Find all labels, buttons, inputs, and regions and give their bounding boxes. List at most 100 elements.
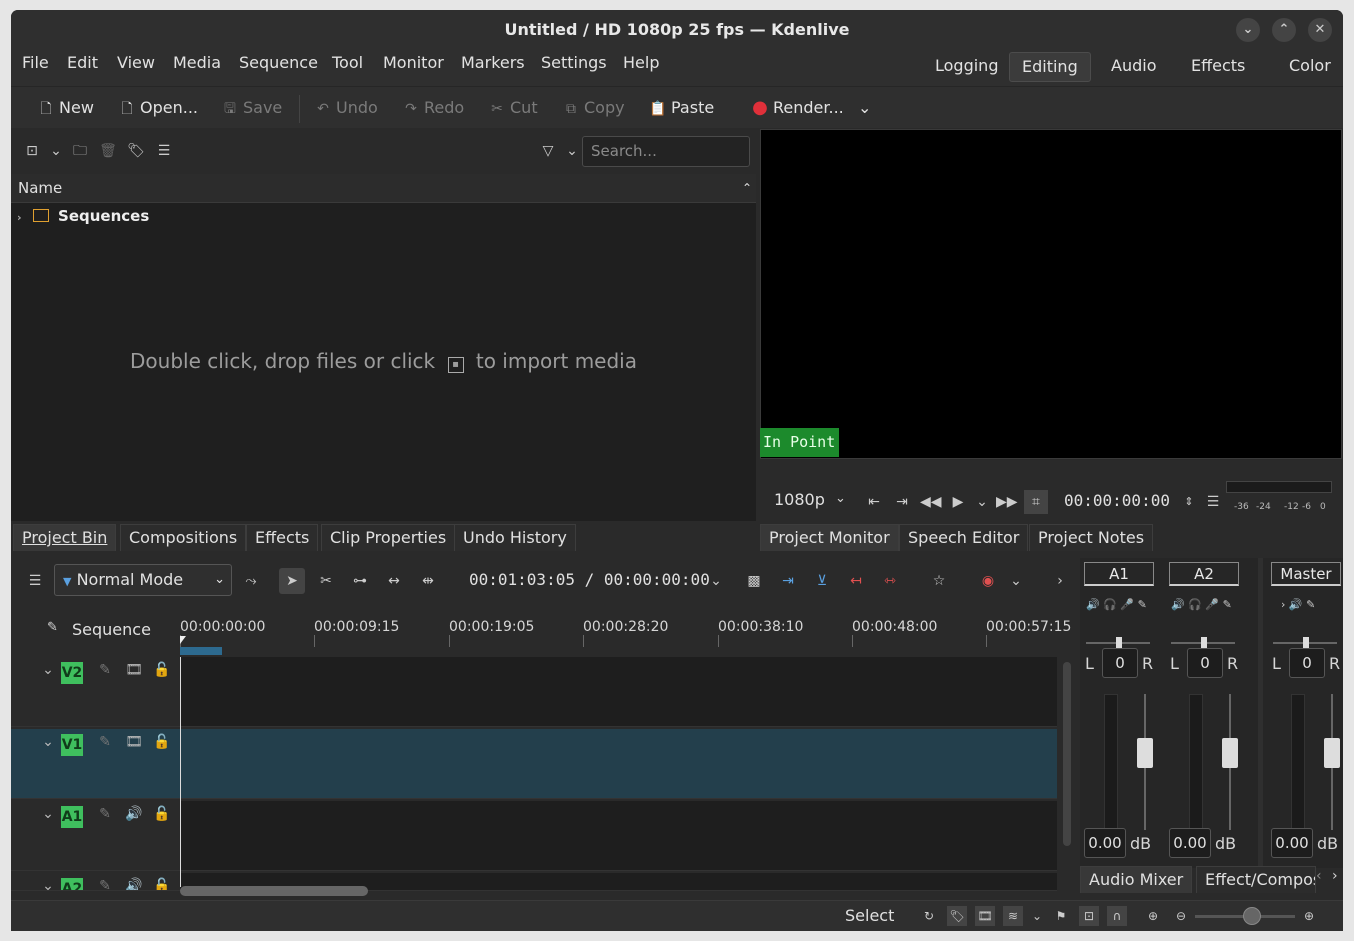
spacer-tool-icon[interactable]: ⊶ — [347, 568, 373, 594]
rewind-icon[interactable]: ◀◀ — [920, 492, 942, 512]
menu-settings[interactable]: Settings — [541, 50, 607, 86]
zoom-out-icon[interactable]: ⊖ — [1171, 906, 1191, 926]
zoom-slider-handle[interactable] — [1243, 907, 1261, 925]
tab-clip-properties[interactable]: Clip Properties — [321, 524, 456, 551]
speaker-icon[interactable]: 🔊 — [124, 878, 144, 890]
more-tools-icon[interactable]: › — [1047, 568, 1073, 594]
bin-column-header[interactable]: Name ⌃ — [11, 174, 756, 203]
delete-icon[interactable]: 🗑 — [98, 141, 118, 161]
timeline-ruler[interactable]: 00:00:00:00 00:00:09:15 00:00:19:05 00:0… — [180, 602, 1080, 657]
tab-audio-mixer[interactable]: Audio Mixer — [1080, 866, 1193, 893]
tag-icon[interactable]: 🏷 — [947, 906, 967, 926]
crop-icon[interactable]: ⌗ — [1024, 490, 1048, 514]
menu-file[interactable]: File — [22, 50, 49, 86]
menu-tool[interactable]: Tool — [332, 50, 363, 86]
workspace-logging[interactable]: Logging — [923, 52, 1010, 82]
lock-icon[interactable]: 🔓 — [152, 662, 172, 678]
volume-db-value[interactable]: 0.00 — [1271, 828, 1313, 858]
menu-help[interactable]: Help — [623, 50, 659, 86]
pan-value[interactable]: 0 — [1102, 648, 1138, 678]
lock-icon[interactable]: 🔓 — [152, 878, 172, 890]
volume-fader-handle[interactable] — [1222, 738, 1238, 768]
overwrite-clip-icon[interactable]: ⊻ — [809, 568, 835, 594]
collapse-arrow-icon[interactable]: ⌄ — [38, 806, 58, 822]
save-button[interactable]: 🖫 Save — [221, 96, 282, 120]
edit-mode-select[interactable]: ▼ Normal Mode ⌄ — [54, 564, 232, 596]
tab-project-bin[interactable]: Project Bin — [13, 524, 117, 551]
channel-controls-icons[interactable]: 🔊 🎧 🎤 ✎ — [1171, 598, 1232, 611]
play-icon[interactable]: ▶ — [948, 492, 968, 512]
effect-wand-icon[interactable]: ✎ — [95, 734, 115, 750]
snap-icon[interactable]: ∩ — [1107, 906, 1127, 926]
render-menu-arrow-icon[interactable]: ⌄ — [858, 96, 871, 120]
insert-clip-icon[interactable]: ⇥ — [775, 568, 801, 594]
pan-value[interactable]: 0 — [1187, 648, 1223, 678]
tab-speech-editor[interactable]: Speech Editor — [899, 524, 1029, 551]
timeline-timecode[interactable]: 00:01:03:05 / 00:00:00:00 — [469, 570, 710, 589]
close-icon[interactable]: ✕ — [1308, 18, 1332, 42]
multicam-tool-icon[interactable]: ⇹ — [415, 568, 441, 594]
copy-button[interactable]: ⧉ Copy — [562, 96, 625, 120]
flag-icon[interactable]: ⚑ — [1051, 906, 1071, 926]
favorite-star-icon[interactable]: ☆ — [926, 568, 952, 594]
track-header-a1[interactable]: ⌄ A1 ✎ 🔊 🔓 — [11, 801, 180, 871]
menu-markers[interactable]: Markers — [461, 50, 525, 86]
volume-fader-handle[interactable] — [1137, 738, 1153, 768]
timeline-menu-icon[interactable]: ☰ — [22, 568, 48, 594]
effect-wand-icon[interactable]: ✎ — [95, 662, 115, 678]
menu-view[interactable]: View — [117, 50, 155, 86]
tab-project-monitor[interactable]: Project Monitor — [760, 524, 899, 551]
refresh-icon[interactable]: ↻ — [919, 906, 939, 926]
volume-db-value[interactable]: 0.00 — [1084, 828, 1126, 858]
zoom-in-icon[interactable]: ⊕ — [1299, 906, 1319, 926]
minimize-icon[interactable]: ⌄ — [1236, 18, 1260, 42]
slip-tool-icon[interactable]: ↔ — [381, 568, 407, 594]
lift-icon[interactable]: ⇿ — [877, 568, 903, 594]
record-audio-icon[interactable]: ◉ — [975, 568, 1001, 594]
collapse-arrow-icon[interactable]: ⌄ — [38, 734, 58, 750]
film-icon[interactable]: 🎞 — [124, 734, 144, 750]
track-header-a2[interactable]: ⌄ A2 ✎ 🔊 🔓 — [11, 873, 180, 891]
film-icon[interactable]: 🎞 — [975, 906, 995, 926]
magic-wand-icon[interactable]: ✎ — [47, 620, 58, 635]
render-button[interactable]: ● Render... — [751, 96, 844, 120]
redo-button[interactable]: ↷ Redo — [402, 96, 464, 120]
tab-effects[interactable]: Effects — [246, 524, 319, 551]
tag-icon[interactable]: 🏷 — [126, 141, 146, 161]
monitor-timecode[interactable]: 00:00:00:00 — [1064, 491, 1170, 510]
workspace-color[interactable]: Color — [1277, 52, 1343, 82]
timecode-spin-icon[interactable]: ⇕ — [1179, 492, 1199, 512]
filter-icon[interactable]: ▽ — [538, 141, 558, 161]
timecode-arrow-icon[interactable]: ⌄ — [703, 568, 729, 594]
playhead-marker[interactable] — [180, 636, 186, 644]
track-header-v1[interactable]: ⌄ V1 ✎ 🎞 🔓 — [11, 729, 180, 799]
new-button[interactable]: 🗋 New — [37, 96, 94, 120]
pan-value[interactable]: 0 — [1289, 648, 1325, 678]
film-icon[interactable]: 🎞 — [124, 662, 144, 678]
undo-button[interactable]: ↶ Undo — [314, 96, 378, 120]
resolution-select[interactable]: 1080p — [774, 490, 825, 509]
bin-search-input[interactable]: Search... — [582, 136, 750, 167]
set-out-point-icon[interactable]: ⇥ — [892, 492, 912, 512]
razor-tool-icon[interactable]: ✂ — [313, 568, 339, 594]
tab-scroll-right-icon[interactable]: › — [1332, 868, 1338, 884]
collapse-arrow-icon[interactable]: ⌄ — [38, 662, 58, 678]
timeline-vertical-scrollbar[interactable] — [1063, 662, 1071, 846]
cut-button[interactable]: ✂ Cut — [488, 96, 537, 120]
set-in-point-icon[interactable]: ⇤ — [864, 492, 884, 512]
workspace-audio[interactable]: Audio — [1099, 52, 1168, 82]
tab-undo-history[interactable]: Undo History — [454, 524, 576, 551]
bin-menu-icon[interactable]: ☰ — [154, 141, 174, 161]
effect-wand-icon[interactable]: ✎ — [95, 878, 115, 890]
timeline-horizontal-scrollbar[interactable] — [180, 886, 368, 896]
workspace-effects[interactable]: Effects — [1179, 52, 1257, 82]
menu-monitor[interactable]: Monitor — [383, 50, 444, 86]
waveform-icon[interactable]: ≋ — [1003, 906, 1023, 926]
playhead-line[interactable] — [180, 657, 181, 887]
lock-icon[interactable]: 🔓 — [152, 734, 172, 750]
monitor-menu-icon[interactable]: ☰ — [1203, 492, 1223, 512]
menu-sequence[interactable]: Sequence — [239, 50, 318, 86]
track-v1[interactable] — [180, 729, 1057, 799]
menu-media[interactable]: Media — [173, 50, 221, 86]
add-clip-menu-arrow-icon[interactable]: ⌄ — [46, 141, 66, 161]
